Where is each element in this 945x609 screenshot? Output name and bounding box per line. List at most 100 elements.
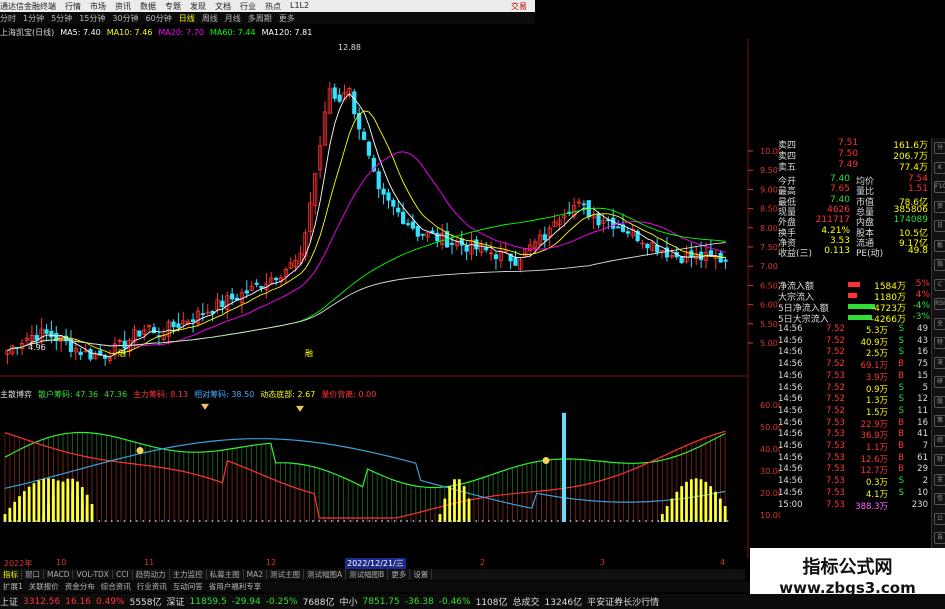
- price-axis-label: 7.50: [760, 243, 778, 252]
- period-button[interactable]: 分时: [0, 13, 16, 24]
- tick-volume: 0.3万: [865, 478, 888, 489]
- period-button[interactable]: 日线: [179, 13, 195, 24]
- indicator-name: 主散博弈: [0, 389, 32, 399]
- tick-count: 11: [917, 405, 928, 416]
- baseline-dot: [714, 520, 716, 522]
- indicator-axis-label: 10.00: [760, 511, 780, 520]
- trade-button[interactable]: 交易: [511, 1, 527, 12]
- baseline-dot: [343, 520, 346, 522]
- menu-item[interactable]: L1L2: [290, 1, 309, 12]
- baseline-dot: [663, 520, 666, 522]
- sidebar-function-icon[interactable]: 财: [934, 454, 945, 466]
- candle-body: [581, 203, 586, 206]
- sidebar-function-icon[interactable]: 信: [934, 493, 945, 505]
- indicator-tab[interactable]: 指标: [0, 569, 22, 580]
- bottom-signal-bar: [680, 486, 684, 522]
- sidebar-function-icon[interactable]: C: [934, 278, 945, 291]
- sidebar-function-icon[interactable]: 金: [934, 473, 945, 486]
- ask-row: 卖五 7.49 77.4万: [778, 160, 930, 173]
- link-item[interactable]: 互动问答: [170, 581, 206, 592]
- indicator-tab[interactable]: 趋势动力: [133, 569, 170, 580]
- indicator-tab[interactable]: 私募主图: [207, 569, 244, 580]
- baseline-dot: [16, 520, 19, 522]
- menu-item[interactable]: 热点: [265, 1, 281, 12]
- indicator-tab[interactable]: VOL-TDX: [73, 570, 113, 579]
- period-button[interactable]: 多周期: [248, 13, 272, 24]
- link-item[interactable]: 行业资讯: [134, 581, 170, 592]
- indicator-tab[interactable]: CCI: [113, 570, 133, 579]
- indicator-tab[interactable]: 设置: [410, 569, 433, 580]
- link-item[interactable]: 扩展1: [0, 581, 26, 592]
- sidebar-function-icon[interactable]: K: [934, 161, 945, 174]
- indicator-tab[interactable]: MACD: [44, 570, 74, 579]
- main-kline-chart[interactable]: 10.00 9.50 9.00 8.50 8.00 7.50 7.00 6.50 6.00 5.5…: [0, 38, 780, 558]
- baseline-dot: [299, 520, 302, 522]
- period-button[interactable]: 周线: [202, 13, 218, 24]
- menu-item[interactable]: 市场: [90, 1, 106, 12]
- tick-volume: 40.9万: [860, 337, 888, 348]
- sidebar-function-icon[interactable]: 日: [934, 220, 945, 232]
- baseline-dot: [645, 520, 647, 522]
- baseline-dot: [305, 520, 308, 522]
- index-quote: 16.16: [65, 596, 91, 607]
- tick-volume: 3.9万: [865, 372, 888, 383]
- period-button[interactable]: 1分钟: [23, 13, 44, 24]
- menu-item[interactable]: 行业: [240, 1, 256, 12]
- quote-value: 7.40: [829, 194, 850, 205]
- tick-time: 14:56: [778, 405, 803, 416]
- period-button[interactable]: 月线: [225, 13, 241, 24]
- baseline-dot: [280, 520, 283, 522]
- indicator-value: 主力筹码: 8.13: [133, 389, 189, 399]
- link-item[interactable]: 综合资讯: [98, 581, 134, 592]
- sidebar-function-icon[interactable]: 资: [934, 200, 945, 213]
- sidebar-function-icon[interactable]: RSI: [934, 298, 945, 310]
- sidebar-function-icon[interactable]: 策: [934, 415, 945, 427]
- price-axis-label: 5.00: [760, 339, 778, 348]
- sidebar-function-icon[interactable]: 指: [934, 259, 945, 271]
- link-item[interactable]: 省用户福利专享: [206, 581, 265, 592]
- baseline-dot: [381, 520, 383, 522]
- menu-item[interactable]: 资讯: [115, 1, 131, 12]
- sidebar-function-icon[interactable]: 研: [934, 376, 945, 388]
- menu-item[interactable]: 文档: [215, 1, 231, 12]
- menu-item[interactable]: 行情: [65, 1, 81, 12]
- candle-body: [381, 188, 386, 195]
- indicator-tab[interactable]: MA2: [244, 570, 268, 579]
- sidebar-function-icon[interactable]: 股: [934, 395, 945, 408]
- indicator-tab[interactable]: 测试幅图B: [346, 569, 389, 580]
- baseline-dot: [632, 520, 635, 522]
- indicator-tab[interactable]: 测试主图: [267, 569, 305, 580]
- baseline-dot: [601, 520, 603, 522]
- menu-item[interactable]: 专题: [165, 1, 181, 12]
- sidebar-function-icon[interactable]: 自: [934, 532, 945, 544]
- sidebar-function-icon[interactable]: F10: [934, 181, 945, 193]
- baseline-dot: [236, 520, 239, 522]
- period-button[interactable]: 30分钟: [112, 13, 138, 24]
- candle-body: [435, 232, 440, 242]
- baseline-dot: [311, 520, 314, 522]
- sidebar-function-icon[interactable]: 特: [934, 337, 945, 349]
- period-button[interactable]: 更多: [279, 13, 295, 24]
- link-item[interactable]: 关联报价: [26, 581, 62, 592]
- price-axis-label: 5.50: [760, 320, 778, 329]
- tick-time: 15:00: [778, 499, 803, 510]
- indicator-tab[interactable]: 窗口: [22, 569, 44, 580]
- sidebar-function-icon[interactable]: 分: [934, 142, 945, 154]
- link-item[interactable]: 资金分布: [62, 581, 98, 592]
- sidebar-function-icon[interactable]: 综: [934, 434, 945, 447]
- indicator-tab[interactable]: 测试幅图A: [304, 569, 347, 580]
- menu-item[interactable]: 数据: [140, 1, 156, 12]
- sidebar-function-icon[interactable]: 板: [934, 239, 945, 252]
- baseline-dot: [676, 520, 679, 522]
- sidebar-function-icon[interactable]: 公: [934, 512, 945, 525]
- tick-count: 230: [911, 499, 928, 510]
- indicator-tab[interactable]: 主力监控: [170, 569, 207, 580]
- period-button[interactable]: 15分钟: [79, 13, 105, 24]
- price-axis-label: 10.00: [760, 147, 780, 156]
- period-button[interactable]: 60分钟: [146, 13, 172, 24]
- menu-item[interactable]: 发现: [190, 1, 206, 12]
- sidebar-function-icon[interactable]: 全: [934, 317, 945, 330]
- indicator-tab[interactable]: 更多: [388, 569, 411, 580]
- period-button[interactable]: 5分钟: [51, 13, 72, 24]
- sidebar-function-icon[interactable]: 深: [934, 356, 945, 369]
